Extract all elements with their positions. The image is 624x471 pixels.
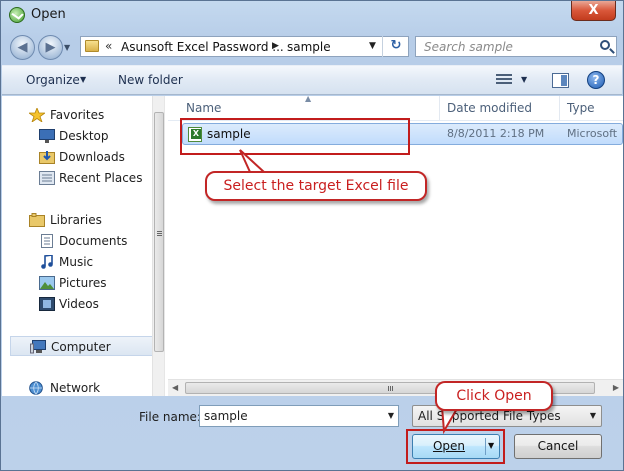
column-divider[interactable] bbox=[559, 96, 560, 120]
sidebar-item-recent-places[interactable]: Recent Places bbox=[2, 168, 152, 188]
click-open-callout: Click Open bbox=[435, 381, 553, 411]
music-icon bbox=[41, 255, 53, 269]
sidebar-item-label: Pictures bbox=[59, 276, 107, 290]
sort-ascending-icon: ▲ bbox=[305, 96, 312, 103]
sidebar-item-label: Recent Places bbox=[59, 171, 143, 185]
search-box[interactable]: Search sample bbox=[415, 36, 617, 57]
sidebar-item-label: Libraries bbox=[50, 213, 102, 227]
sidebar-item-label: Favorites bbox=[50, 108, 105, 122]
column-header-name[interactable]: Name bbox=[186, 101, 221, 115]
title-bar: Open X bbox=[1, 1, 623, 29]
sidebar-item-label: Desktop bbox=[59, 129, 109, 143]
search-input[interactable]: Search sample bbox=[424, 40, 513, 54]
change-view-icon[interactable] bbox=[496, 73, 514, 87]
forward-button[interactable]: ▶ bbox=[38, 35, 63, 60]
scroll-left-arrow-icon[interactable]: ◀ bbox=[172, 383, 178, 392]
close-button[interactable]: X bbox=[571, 1, 616, 21]
sidebar-item-label: Downloads bbox=[59, 150, 125, 164]
folder-icon bbox=[85, 40, 99, 52]
file-name-field[interactable]: sample ▼ bbox=[199, 405, 399, 427]
new-folder-button[interactable]: New folder bbox=[118, 73, 183, 87]
scrollbar-thumb[interactable] bbox=[154, 112, 164, 352]
sidebar-item-favorites[interactable]: Favorites bbox=[2, 105, 152, 125]
sidebar-item-network[interactable]: Network bbox=[2, 378, 152, 398]
scrollbar-grip-icon bbox=[388, 386, 394, 391]
sidebar-item-label: Network bbox=[50, 381, 101, 395]
star-icon bbox=[29, 108, 45, 122]
search-icon[interactable] bbox=[600, 40, 610, 50]
documents-icon bbox=[41, 234, 53, 248]
breadcrumb-segment-current[interactable]: sample bbox=[287, 40, 331, 54]
address-dropdown[interactable]: ▼ bbox=[369, 41, 376, 51]
scrollbar-grip-icon bbox=[157, 231, 162, 237]
sidebar-item-videos[interactable]: Videos bbox=[2, 294, 152, 314]
command-toolbar: Organize ▼ New folder ▼ ? bbox=[2, 65, 622, 95]
file-date-modified: 8/8/2011 2:18 PM bbox=[447, 127, 545, 140]
back-button[interactable]: ◀ bbox=[10, 35, 35, 60]
sidebar-item-desktop[interactable]: Desktop bbox=[2, 126, 152, 146]
sidebar-item-label: Documents bbox=[59, 234, 128, 248]
scroll-right-arrow-icon[interactable]: ▶ bbox=[613, 383, 619, 392]
file-name-value[interactable]: sample bbox=[204, 409, 248, 423]
select-file-callout: Select the target Excel file bbox=[205, 171, 427, 201]
sidebar-item-computer[interactable]: Computer bbox=[10, 336, 160, 356]
organize-button[interactable]: Organize bbox=[26, 73, 80, 87]
libraries-icon bbox=[29, 213, 45, 227]
cancel-button[interactable]: Cancel bbox=[514, 434, 602, 459]
window-title: Open bbox=[31, 7, 66, 22]
sidebar-item-label: Computer bbox=[51, 340, 111, 354]
file-type: Microsoft bbox=[567, 127, 618, 140]
chevron-down-icon[interactable]: ▼ bbox=[590, 411, 596, 420]
recent-places-icon bbox=[39, 171, 55, 185]
column-header-date-modified[interactable]: Date modified bbox=[447, 101, 532, 115]
desktop-icon bbox=[39, 129, 55, 143]
horizontal-scrollbar[interactable]: ◀ ▶ bbox=[168, 379, 623, 396]
sidebar-item-downloads[interactable]: Downloads bbox=[2, 147, 152, 167]
sidebar-item-libraries[interactable]: Libraries bbox=[2, 210, 152, 230]
chevron-down-icon[interactable]: ▼ bbox=[80, 75, 86, 84]
chevron-down-icon[interactable]: ▼ bbox=[521, 75, 527, 84]
address-overflow-chevron[interactable]: « bbox=[105, 39, 112, 53]
breadcrumb-separator-arrow[interactable]: ▶ bbox=[272, 41, 279, 51]
chevron-down-icon[interactable]: ▼ bbox=[388, 411, 394, 420]
file-name-label: File name: bbox=[139, 410, 201, 424]
refresh-button[interactable]: ↻ bbox=[382, 36, 409, 57]
downloads-icon bbox=[39, 151, 55, 164]
recent-pages-dropdown[interactable]: ▼ bbox=[64, 41, 76, 55]
sidebar-item-music[interactable]: Music bbox=[2, 252, 152, 272]
videos-icon bbox=[39, 297, 55, 311]
sidebar-item-label: Music bbox=[59, 255, 94, 269]
file-highlight-box bbox=[180, 118, 410, 155]
navigation-pane: Favorites Desktop Downloads Recent Place… bbox=[2, 96, 165, 398]
column-header-type[interactable]: Type bbox=[567, 101, 595, 115]
network-icon bbox=[29, 381, 43, 395]
column-divider[interactable] bbox=[439, 96, 440, 120]
address-bar[interactable]: « Asunsoft Excel Password ... ▶ sample ▼… bbox=[80, 36, 409, 57]
app-icon bbox=[9, 7, 25, 23]
computer-icon bbox=[30, 340, 46, 354]
preview-pane-icon[interactable] bbox=[552, 73, 569, 88]
help-icon[interactable]: ? bbox=[587, 71, 605, 89]
pictures-icon bbox=[39, 276, 55, 290]
sidebar-item-documents[interactable]: Documents bbox=[2, 231, 152, 251]
breadcrumb-segment-parent[interactable]: Asunsoft Excel Password ... bbox=[121, 40, 284, 54]
sidebar-item-pictures[interactable]: Pictures bbox=[2, 273, 152, 293]
sidebar-item-label: Videos bbox=[59, 297, 99, 311]
